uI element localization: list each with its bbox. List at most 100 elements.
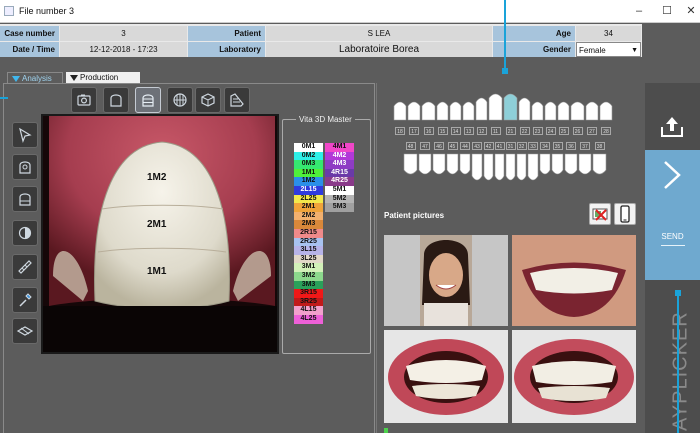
lower-tooth[interactable] bbox=[459, 153, 471, 175]
shade-chip[interactable]: 4M3 bbox=[325, 160, 354, 169]
tooth-number-lower: 36 bbox=[566, 142, 576, 150]
tooth-half-tool[interactable] bbox=[12, 186, 38, 212]
lower-tooth[interactable] bbox=[471, 153, 483, 181]
shade-chip[interactable]: 3L15 bbox=[294, 246, 323, 255]
shade-chip[interactable]: 3R15 bbox=[294, 289, 323, 298]
lower-tooth[interactable] bbox=[505, 153, 516, 181]
shade-chip[interactable]: 5M1 bbox=[325, 186, 354, 195]
upper-tooth[interactable] bbox=[570, 101, 585, 121]
lower-tooth[interactable] bbox=[483, 153, 494, 181]
tooth-zones-button[interactable] bbox=[135, 87, 161, 113]
shade-chip[interactable]: 0M3 bbox=[294, 160, 323, 169]
upper-tooth[interactable] bbox=[488, 93, 503, 121]
tooth-number-upper: 27 bbox=[587, 127, 597, 135]
patient-picture-retracted-side[interactable] bbox=[512, 330, 636, 423]
gender-select[interactable]: Female ▼ bbox=[576, 42, 641, 57]
shade-chip[interactable]: 0M2 bbox=[294, 151, 323, 161]
tooth-photo-image bbox=[43, 116, 277, 352]
lower-tooth[interactable] bbox=[418, 153, 432, 175]
tooth-chart[interactable]: 18 17 16 15 14 13 12 11 21 22 23 24 25 26 27 28 48 47 46 45… bbox=[390, 90, 635, 190]
lower-tooth[interactable] bbox=[539, 153, 551, 175]
shade-chip[interactable]: 3L25 bbox=[294, 254, 323, 264]
shade-chip[interactable]: 4L25 bbox=[294, 315, 323, 324]
ruler-tool[interactable] bbox=[12, 254, 38, 280]
shade-chip[interactable]: 4R25 bbox=[325, 177, 354, 186]
contrast-tool[interactable] bbox=[12, 220, 38, 246]
shade-chip[interactable]: 0M1 bbox=[294, 143, 323, 152]
upper-tooth[interactable] bbox=[436, 101, 449, 121]
smile-photo bbox=[512, 235, 636, 326]
upper-tooth[interactable] bbox=[544, 101, 557, 121]
lower-tooth[interactable] bbox=[527, 153, 539, 181]
upper-tooth[interactable] bbox=[599, 101, 613, 121]
patient-picture-face[interactable] bbox=[384, 235, 508, 326]
brand-text: RAYPLICKER bbox=[669, 311, 692, 433]
shade-chip[interactable]: 5M2 bbox=[325, 194, 354, 204]
camera-button[interactable] bbox=[71, 87, 97, 113]
upper-tooth[interactable] bbox=[462, 101, 475, 121]
tooth-number-upper: 14 bbox=[450, 127, 461, 135]
patient-picture-retracted-front[interactable] bbox=[384, 330, 508, 423]
shade-chip[interactable]: 2M1 bbox=[294, 203, 323, 212]
lower-tooth[interactable] bbox=[446, 153, 459, 175]
lower-tooth[interactable] bbox=[494, 153, 505, 181]
upper-tooth[interactable] bbox=[531, 101, 544, 121]
upper-tooth[interactable] bbox=[421, 101, 436, 121]
eyedropper-tool[interactable] bbox=[12, 287, 38, 313]
shade-chip[interactable]: 2M3 bbox=[294, 220, 323, 229]
case-number-label: Case number bbox=[0, 26, 59, 41]
layers-tool[interactable] bbox=[12, 318, 38, 344]
lower-tooth[interactable] bbox=[551, 153, 564, 175]
shade-chip[interactable]: 2L15 bbox=[294, 186, 323, 195]
shade-chip[interactable]: 4M2 bbox=[325, 151, 354, 161]
shade-chip[interactable]: 2R25 bbox=[294, 237, 323, 247]
upper-tooth[interactable] bbox=[475, 97, 488, 121]
upper-tooth[interactable] bbox=[518, 97, 531, 121]
shade-chip[interactable]: 4M1 bbox=[325, 143, 354, 152]
lower-tooth[interactable] bbox=[578, 153, 592, 175]
lower-tooth[interactable] bbox=[403, 153, 418, 175]
lower-tooth[interactable] bbox=[516, 153, 527, 181]
close-button[interactable]: ✕ bbox=[677, 3, 700, 19]
pointer-tool[interactable] bbox=[12, 122, 38, 148]
shade-chip[interactable]: 1M1 bbox=[294, 168, 323, 178]
upper-tooth[interactable] bbox=[557, 101, 570, 121]
upload-button[interactable] bbox=[658, 113, 686, 141]
tooth-circle-tool[interactable] bbox=[12, 154, 38, 180]
lower-tooth[interactable] bbox=[564, 153, 578, 175]
upper-tooth[interactable] bbox=[407, 101, 421, 121]
shade-chip[interactable]: 4L15 bbox=[294, 306, 323, 315]
shade-chip[interactable]: 1M2 bbox=[294, 177, 323, 186]
tooth-number-lower: 33 bbox=[528, 142, 538, 150]
tooth-grid-button[interactable] bbox=[167, 87, 193, 113]
shade-chip[interactable]: 2R15 bbox=[294, 229, 323, 238]
upper-tooth[interactable] bbox=[585, 101, 599, 121]
tooth-circle-icon bbox=[19, 161, 31, 174]
lower-tooth[interactable] bbox=[592, 153, 607, 175]
shade-chip[interactable]: 3M3 bbox=[294, 280, 323, 290]
tooth-photo[interactable]: 1M2 2M1 1M1 bbox=[41, 114, 279, 354]
upper-tooth[interactable] bbox=[503, 93, 518, 121]
upper-tooth[interactable] bbox=[449, 101, 462, 121]
phone-import-button[interactable] bbox=[614, 203, 636, 225]
patient-picture-smile[interactable] bbox=[512, 235, 636, 326]
tooth-outline-button[interactable] bbox=[103, 87, 129, 113]
shade-chip[interactable]: 3M1 bbox=[294, 263, 323, 272]
remove-picture-button[interactable] bbox=[589, 203, 611, 225]
shade-chip[interactable]: 3R25 bbox=[294, 297, 323, 307]
shade-chip[interactable]: 2M2 bbox=[294, 211, 323, 221]
lower-tooth[interactable] bbox=[432, 153, 446, 175]
pointer-line bbox=[677, 292, 679, 433]
tooth-outline-icon bbox=[110, 94, 122, 107]
upper-tooth[interactable] bbox=[393, 101, 407, 121]
shade-chip[interactable]: 2L25 bbox=[294, 194, 323, 204]
tooth-number-lower: 37 bbox=[580, 142, 590, 150]
shade-chip[interactable]: 5M3 bbox=[325, 203, 354, 212]
shade-chip[interactable]: 3M2 bbox=[294, 272, 323, 281]
tooth-3d-button[interactable] bbox=[195, 87, 221, 113]
shade-chip[interactable]: 4R15 bbox=[325, 168, 354, 178]
minimize-button[interactable]: – bbox=[625, 3, 653, 19]
shade-guide-button[interactable] bbox=[224, 87, 250, 113]
send-button[interactable]: SEND bbox=[645, 150, 700, 280]
tooth-number-upper: 24 bbox=[545, 127, 556, 135]
